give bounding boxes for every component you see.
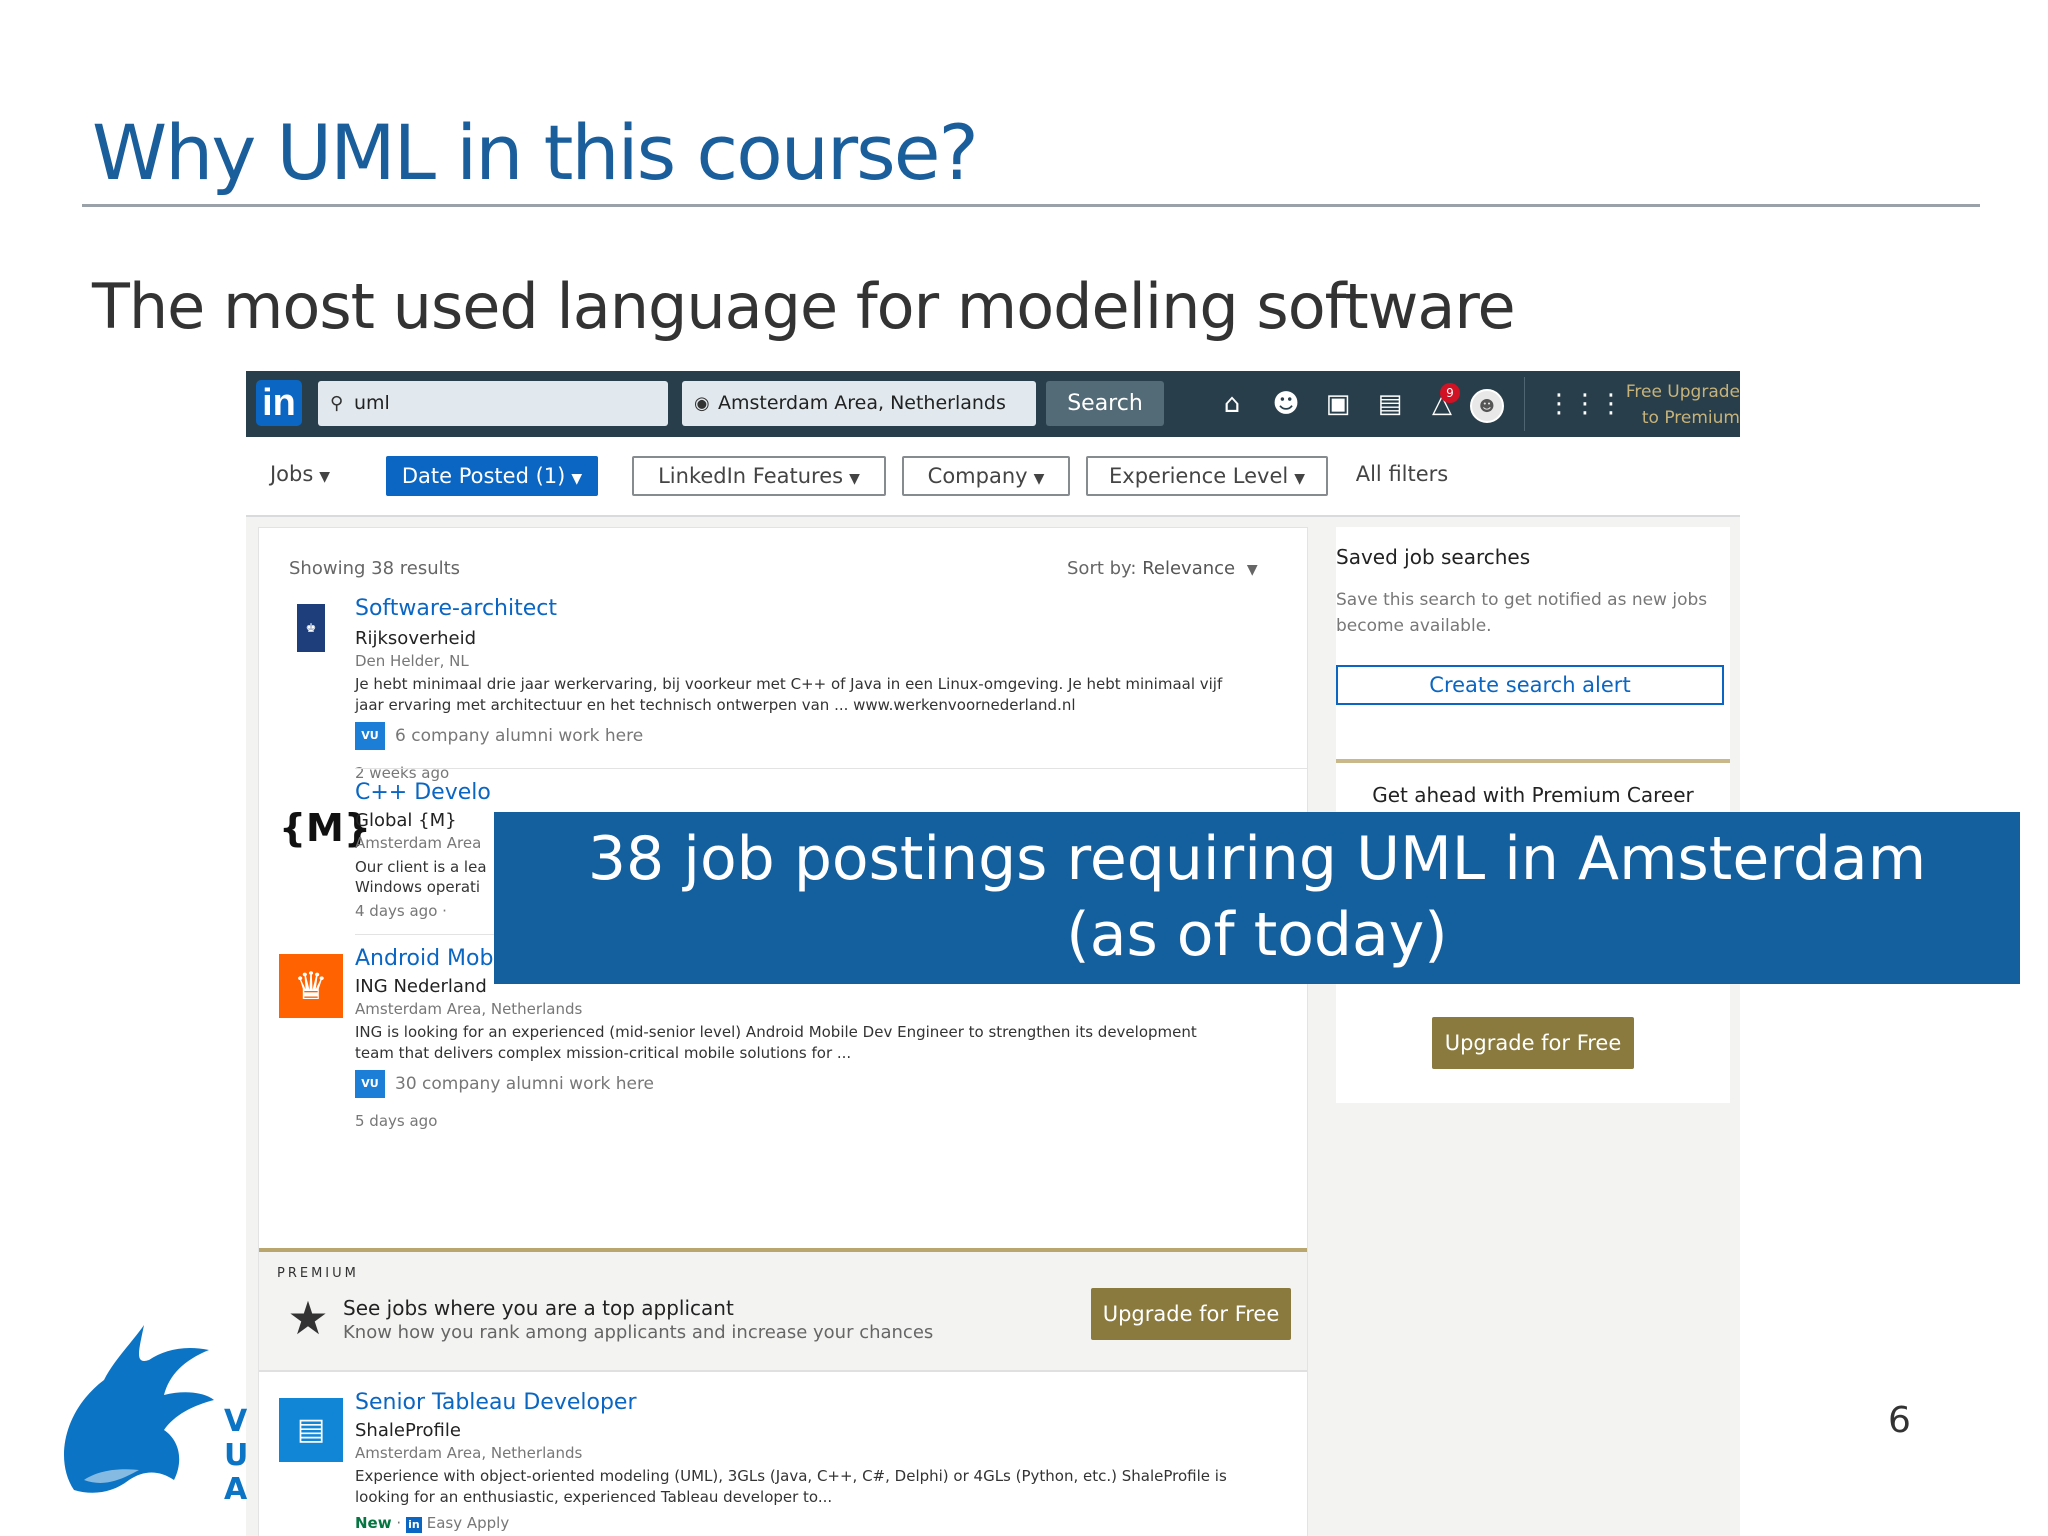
upgrade-button[interactable]: Upgrade for Free (1091, 1288, 1291, 1340)
upgrade-button[interactable]: Upgrade for Free (1432, 1017, 1634, 1069)
premium-career-title: Get ahead with Premium Career (1372, 783, 1694, 807)
vu-alumni-badge: VU (355, 1070, 385, 1098)
profile-avatar[interactable]: ☻ (1470, 389, 1504, 423)
sort-dropdown[interactable]: Sort by: Relevance ▼ (1067, 558, 1258, 579)
chevron-down-icon: ▼ (849, 471, 860, 487)
messaging-icon[interactable]: ▤ (1370, 383, 1410, 425)
griffin-icon (64, 1325, 214, 1493)
results-list: Showing 38 results Sort by: Relevance ▼ … (258, 527, 1308, 1536)
chevron-down-icon: ▼ (1033, 471, 1045, 487)
job-location: Amsterdam Area (355, 834, 482, 852)
job-posted-time: 4 days ago · (355, 902, 447, 920)
job-status: New · in Easy Apply (355, 1514, 510, 1533)
location-input[interactable]: ◉ Amsterdam Area, Netherlands (682, 381, 1036, 426)
linkedin-features-filter[interactable]: LinkedIn Features ▼ (632, 456, 886, 496)
slide-title: Why UML in this course? (92, 108, 979, 197)
job-description: ING is looking for an experienced (mid-s… (355, 1023, 1197, 1062)
job-posted-time: 5 days ago (355, 1112, 438, 1130)
trophy-icon: ★ (287, 1291, 329, 1345)
jobs-icon[interactable]: ▣ (1318, 383, 1358, 425)
job-description: Windows operati (355, 878, 481, 896)
premium-promo: PREMIUM ★ See jobs where you are a top a… (259, 1248, 1307, 1372)
building-icon: ▤ (279, 1398, 343, 1462)
company-filter[interactable]: Company ▼ (902, 456, 1070, 496)
job-card[interactable]: ♚ Software-architect Rijksoverheid Den H… (259, 596, 1307, 782)
crest-icon: ♚ (297, 604, 325, 652)
premium-label: PREMIUM (277, 1266, 359, 1281)
job-description: Our client is a lea (355, 858, 487, 876)
logo-letter-u: U (224, 1438, 249, 1473)
job-company: ShaleProfile (355, 1420, 461, 1441)
page-number: 6 (1888, 1400, 1911, 1441)
nav-divider (1524, 377, 1525, 431)
lion-logo-icon: ♛ (279, 954, 343, 1018)
notification-count-badge: 9 (1440, 383, 1460, 403)
location-pin-icon: ◉ (694, 393, 710, 414)
job-company: ING Nederland (355, 976, 487, 997)
logo-letter-a: A (224, 1472, 248, 1507)
date-posted-filter[interactable]: Date Posted (1) ▼ (386, 456, 598, 496)
chevron-down-icon: ▼ (571, 471, 583, 487)
location-input-value: Amsterdam Area, Netherlands (718, 392, 1006, 414)
alumni-info: VU 30 company alumni work here (355, 1070, 654, 1098)
experience-level-filter[interactable]: Experience Level ▼ (1086, 456, 1328, 496)
job-title-link[interactable]: C++ Develo (355, 780, 491, 805)
home-icon[interactable]: ⌂ (1212, 383, 1252, 425)
company-logo: ♚ (279, 596, 343, 660)
job-location: Amsterdam Area, Netherlands (355, 1444, 583, 1462)
job-separator (355, 768, 1307, 769)
create-search-alert-button[interactable]: Create search alert (1336, 665, 1724, 705)
job-location: Den Helder, NL (355, 652, 469, 670)
vu-alumni-badge: VU (355, 722, 385, 750)
search-icon: ⚲ (330, 393, 344, 414)
job-title-link[interactable]: Software-architect (355, 596, 557, 621)
search-input-value: uml (354, 392, 390, 414)
saved-searches-title: Saved job searches (1336, 545, 1531, 569)
callout-line-1: 38 job postings requiring UML in Amsterd… (587, 824, 1927, 894)
logo-letter-v: V (224, 1404, 248, 1439)
premium-headline: See jobs where you are a top applicant (343, 1296, 734, 1320)
chevron-down-icon: ▼ (319, 469, 331, 485)
all-filters-button[interactable]: All filters (1344, 456, 1460, 496)
search-input[interactable]: ⚲ uml (318, 381, 668, 426)
callout-banner: 38 job postings requiring UML in Amsterd… (494, 812, 2020, 984)
premium-upgrade-link[interactable]: Free Upgrade to Premium (1614, 379, 1740, 431)
job-company: Rijksoverheid (355, 628, 477, 649)
results-count: Showing 38 results (289, 558, 461, 579)
slide-subtitle: The most used language for modeling soft… (92, 270, 1516, 343)
network-icon[interactable]: ☻ (1266, 383, 1306, 425)
job-company: Global {M} (355, 810, 457, 831)
job-description: Je hebt minimaal drie jaar werkervaring,… (355, 675, 1223, 714)
chevron-down-icon: ▼ (1246, 562, 1258, 578)
vu-griffin-logo: V U A (44, 1320, 248, 1510)
apps-grid-icon[interactable]: ⋮⋮⋮ (1546, 383, 1624, 425)
filter-bar: Jobs ▼ Date Posted (1) ▼ LinkedIn Features… (246, 437, 1740, 517)
callout-line-2: (as of today) (1066, 900, 1448, 970)
company-logo: {M} (279, 806, 371, 850)
linkedin-top-bar: in ⚲ uml ◉ Amsterdam Area, Netherlands S… (246, 371, 1740, 437)
job-location: Amsterdam Area, Netherlands (355, 1000, 583, 1018)
premium-link-line1: Free Upgrade (1625, 382, 1740, 402)
saved-searches-description: Save this search to get notified as new … (1336, 590, 1708, 636)
alumni-info: VU 6 company alumni work here (355, 722, 643, 750)
linkedin-logo[interactable]: in (256, 380, 302, 426)
jobs-filter[interactable]: Jobs ▼ (260, 456, 340, 496)
search-button[interactable]: Search (1046, 381, 1164, 426)
title-divider (82, 204, 1980, 207)
easy-apply-label: Easy Apply (426, 1514, 510, 1532)
premium-subtext: Know how you rank among applicants and i… (343, 1322, 934, 1343)
job-title-link[interactable]: Senior Tableau Developer (355, 1390, 637, 1415)
linkedin-small-icon: in (405, 1517, 422, 1533)
new-label: New (355, 1514, 392, 1532)
job-description: Experience with object-oriented modeling… (355, 1467, 1227, 1506)
job-card[interactable]: ▤ Senior Tableau Developer ShaleProfile … (259, 1390, 1307, 1536)
premium-link-line2: to Premium (1641, 408, 1740, 428)
chevron-down-icon: ▼ (1294, 471, 1305, 487)
